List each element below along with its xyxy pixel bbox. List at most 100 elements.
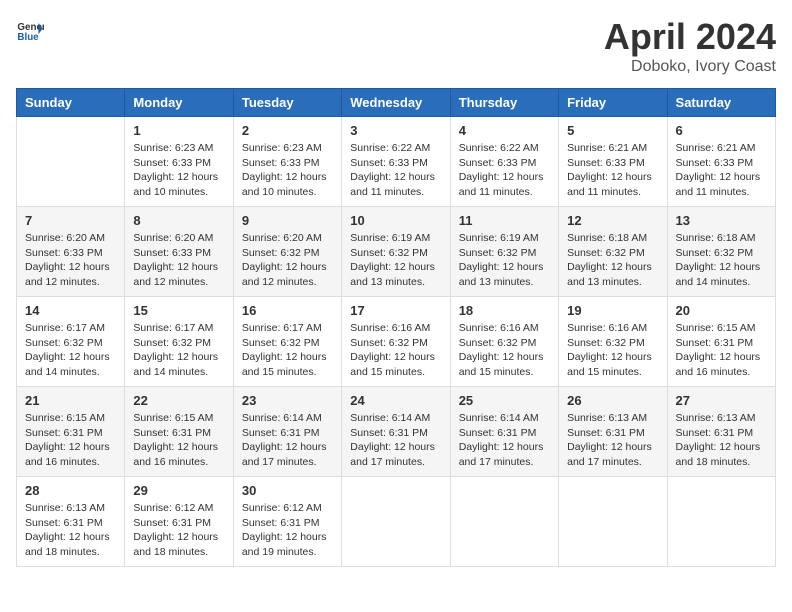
calendar-week-row: 21 Sunrise: 6:15 AMSunset: 6:31 PMDayligh… — [17, 387, 776, 477]
calendar-cell: 1 Sunrise: 6:23 AMSunset: 6:33 PMDaylight… — [125, 117, 233, 207]
day-info: Sunrise: 6:19 AMSunset: 6:32 PMDaylight:… — [350, 231, 441, 290]
calendar-cell: 22 Sunrise: 6:15 AMSunset: 6:31 PMDayligh… — [125, 387, 233, 477]
day-number: 3 — [350, 123, 441, 138]
calendar-cell — [450, 477, 558, 567]
day-info: Sunrise: 6:23 AMSunset: 6:33 PMDaylight:… — [133, 141, 224, 200]
weekday-header-row: SundayMondayTuesdayWednesdayThursdayFrid… — [17, 89, 776, 117]
calendar-cell: 2 Sunrise: 6:23 AMSunset: 6:33 PMDaylight… — [233, 117, 341, 207]
day-number: 5 — [567, 123, 658, 138]
day-info: Sunrise: 6:17 AMSunset: 6:32 PMDaylight:… — [242, 321, 333, 380]
day-number: 4 — [459, 123, 550, 138]
calendar-cell: 14Sunrise: 6:17 AMSunset: 6:32 PMDayligh… — [17, 297, 125, 387]
day-info: Sunrise: 6:13 AMSunset: 6:31 PMDaylight:… — [567, 411, 658, 470]
day-number: 29 — [133, 483, 224, 498]
calendar-cell: 10 Sunrise: 6:19 AMSunset: 6:32 PMDayligh… — [342, 207, 450, 297]
day-number: 11 — [459, 213, 550, 228]
day-info: Sunrise: 6:20 AMSunset: 6:32 PMDaylight:… — [242, 231, 333, 290]
day-info: Sunrise: 6:22 AMSunset: 6:33 PMDaylight:… — [350, 141, 441, 200]
day-number: 21 — [25, 393, 116, 408]
day-number: 19 — [567, 303, 658, 318]
calendar-cell: 16 Sunrise: 6:17 AMSunset: 6:32 PMDayligh… — [233, 297, 341, 387]
calendar-cell: 17 Sunrise: 6:16 AMSunset: 6:32 PMDayligh… — [342, 297, 450, 387]
day-info: Sunrise: 6:19 AMSunset: 6:32 PMDaylight:… — [459, 231, 550, 290]
calendar-cell: 7 Sunrise: 6:20 AMSunset: 6:33 PMDaylight… — [17, 207, 125, 297]
day-info: Sunrise: 6:23 AMSunset: 6:33 PMDaylight:… — [242, 141, 333, 200]
day-info: Sunrise: 6:18 AMSunset: 6:32 PMDaylight:… — [676, 231, 767, 290]
calendar-cell — [17, 117, 125, 207]
day-number: 6 — [676, 123, 767, 138]
day-info: Sunrise: 6:15 AMSunset: 6:31 PMDaylight:… — [25, 411, 116, 470]
day-info: Sunrise: 6:16 AMSunset: 6:32 PMDaylight:… — [350, 321, 441, 380]
calendar-table: SundayMondayTuesdayWednesdayThursdayFrid… — [16, 88, 776, 567]
day-info: Sunrise: 6:21 AMSunset: 6:33 PMDaylight:… — [676, 141, 767, 200]
calendar-cell: 28 Sunrise: 6:13 AMSunset: 6:31 PMDayligh… — [17, 477, 125, 567]
calendar-week-row: 7 Sunrise: 6:20 AMSunset: 6:33 PMDaylight… — [17, 207, 776, 297]
day-info: Sunrise: 6:13 AMSunset: 6:31 PMDaylight:… — [25, 501, 116, 560]
svg-text:Blue: Blue — [17, 32, 39, 43]
day-info: Sunrise: 6:15 AMSunset: 6:31 PMDaylight:… — [133, 411, 224, 470]
weekday-header-monday: Monday — [125, 89, 233, 117]
calendar-cell: 15Sunrise: 6:17 AMSunset: 6:32 PMDayligh… — [125, 297, 233, 387]
day-info: Sunrise: 6:15 AMSunset: 6:31 PMDaylight:… — [676, 321, 767, 380]
calendar-cell — [559, 477, 667, 567]
day-number: 9 — [242, 213, 333, 228]
calendar-cell: 23 Sunrise: 6:14 AMSunset: 6:31 PMDayligh… — [233, 387, 341, 477]
calendar-cell — [342, 477, 450, 567]
weekday-header-sunday: Sunday — [17, 89, 125, 117]
day-number: 23 — [242, 393, 333, 408]
day-number: 7 — [25, 213, 116, 228]
calendar-cell: 5Sunrise: 6:21 AMSunset: 6:33 PMDaylight… — [559, 117, 667, 207]
calendar-week-row: 1 Sunrise: 6:23 AMSunset: 6:33 PMDaylight… — [17, 117, 776, 207]
day-number: 8 — [133, 213, 224, 228]
day-number: 18 — [459, 303, 550, 318]
calendar-cell: 9 Sunrise: 6:20 AMSunset: 6:32 PMDaylight… — [233, 207, 341, 297]
day-info: Sunrise: 6:13 AMSunset: 6:31 PMDaylight:… — [676, 411, 767, 470]
weekday-header-tuesday: Tuesday — [233, 89, 341, 117]
calendar-cell: 12Sunrise: 6:18 AMSunset: 6:32 PMDayligh… — [559, 207, 667, 297]
day-number: 13 — [676, 213, 767, 228]
day-number: 2 — [242, 123, 333, 138]
day-number: 17 — [350, 303, 441, 318]
day-info: Sunrise: 6:14 AMSunset: 6:31 PMDaylight:… — [459, 411, 550, 470]
day-number: 20 — [676, 303, 767, 318]
day-info: Sunrise: 6:14 AMSunset: 6:31 PMDaylight:… — [242, 411, 333, 470]
day-number: 15 — [133, 303, 224, 318]
day-number: 30 — [242, 483, 333, 498]
day-info: Sunrise: 6:14 AMSunset: 6:31 PMDaylight:… — [350, 411, 441, 470]
day-info: Sunrise: 6:22 AMSunset: 6:33 PMDaylight:… — [459, 141, 550, 200]
weekday-header-friday: Friday — [559, 89, 667, 117]
day-number: 12 — [567, 213, 658, 228]
calendar-cell: 13 Sunrise: 6:18 AMSunset: 6:32 PMDayligh… — [667, 207, 775, 297]
calendar-cell: 11 Sunrise: 6:19 AMSunset: 6:32 PMDayligh… — [450, 207, 558, 297]
day-info: Sunrise: 6:20 AMSunset: 6:33 PMDaylight:… — [25, 231, 116, 290]
day-info: Sunrise: 6:20 AMSunset: 6:33 PMDaylight:… — [133, 231, 224, 290]
calendar-cell: 29 Sunrise: 6:12 AMSunset: 6:31 PMDayligh… — [125, 477, 233, 567]
calendar-cell — [667, 477, 775, 567]
day-number: 10 — [350, 213, 441, 228]
day-number: 27 — [676, 393, 767, 408]
day-info: Sunrise: 6:12 AMSunset: 6:31 PMDaylight:… — [133, 501, 224, 560]
day-number: 24 — [350, 393, 441, 408]
day-number: 26 — [567, 393, 658, 408]
calendar-cell: 6 Sunrise: 6:21 AMSunset: 6:33 PMDaylight… — [667, 117, 775, 207]
calendar-cell: 19Sunrise: 6:16 AMSunset: 6:32 PMDayligh… — [559, 297, 667, 387]
day-number: 14 — [25, 303, 116, 318]
title-area: April 2024 Doboko, Ivory Coast — [604, 16, 776, 76]
main-title: April 2024 — [604, 16, 776, 58]
calendar-cell: 8 Sunrise: 6:20 AMSunset: 6:33 PMDaylight… — [125, 207, 233, 297]
calendar-cell: 24 Sunrise: 6:14 AMSunset: 6:31 PMDayligh… — [342, 387, 450, 477]
calendar-cell: 20 Sunrise: 6:15 AMSunset: 6:31 PMDayligh… — [667, 297, 775, 387]
calendar-cell: 18 Sunrise: 6:16 AMSunset: 6:32 PMDayligh… — [450, 297, 558, 387]
day-info: Sunrise: 6:16 AMSunset: 6:32 PMDaylight:… — [459, 321, 550, 380]
day-number: 22 — [133, 393, 224, 408]
logo: General Blue — [16, 16, 44, 44]
logo-icon: General Blue — [16, 16, 44, 44]
weekday-header-thursday: Thursday — [450, 89, 558, 117]
calendar-week-row: 14 Sunrise: 6:17 AMSunset: 6:32 PMDayligh… — [17, 297, 776, 387]
day-number: 28 — [25, 483, 116, 498]
calendar-cell: 4 Sunrise: 6:22 AMSunset: 6:33 PMDaylight… — [450, 117, 558, 207]
day-info: Sunrise: 6:12 AMSunset: 6:31 PMDaylight:… — [242, 501, 333, 560]
day-number: 16 — [242, 303, 333, 318]
day-number: 1 — [133, 123, 224, 138]
day-number: 25 — [459, 393, 550, 408]
